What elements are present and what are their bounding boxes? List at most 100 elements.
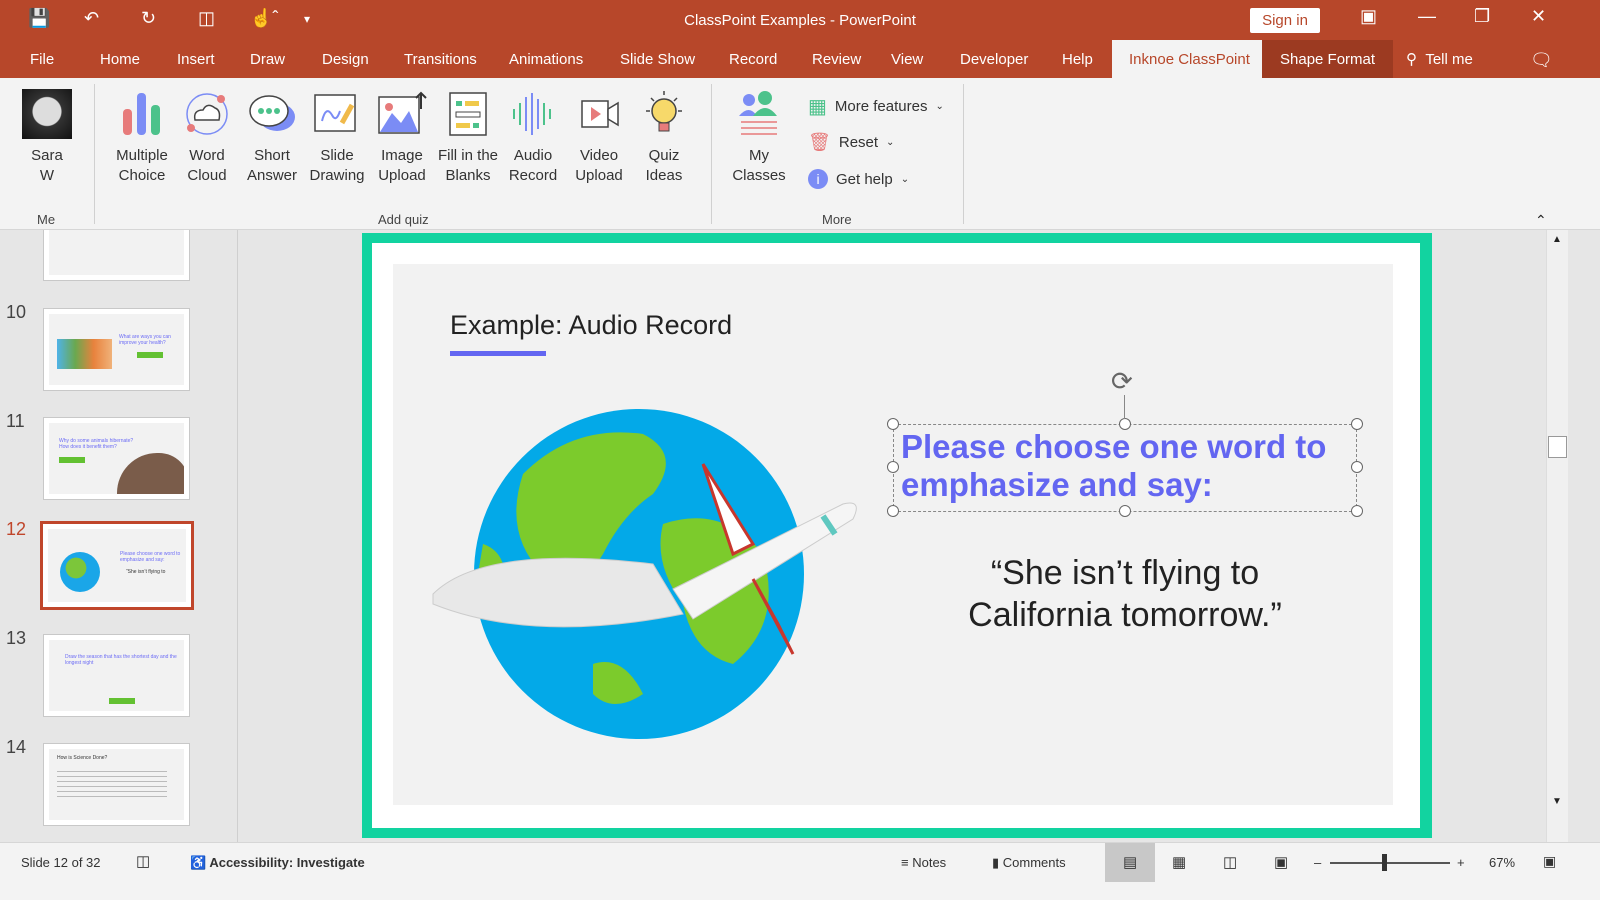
profile-name: Sara [31, 147, 63, 164]
tab-record[interactable]: Record [725, 40, 781, 78]
tab-home[interactable]: Home [96, 40, 144, 78]
close-icon[interactable]: ✕ [1531, 6, 1546, 27]
slide-prompt[interactable]: Please choose one word to emphasize and … [901, 428, 1351, 504]
notes-icon: ≡ [901, 855, 909, 870]
slide-number: 10 [6, 302, 27, 322]
classes-icon [727, 88, 791, 140]
zoom-out-icon[interactable]: – [1314, 855, 1321, 870]
slide-sorter-icon[interactable]: ▦ [1172, 853, 1186, 871]
comment-icon: ▮ [992, 855, 1000, 870]
accessibility-icon: ♿ [190, 855, 207, 870]
tab-file[interactable]: File [26, 40, 58, 78]
ribbon-tabs: File Home Insert Draw Design Transitions… [0, 40, 1600, 78]
tab-design[interactable]: Design [318, 40, 373, 78]
scroll-down-icon[interactable]: ▼ [1552, 796, 1562, 807]
tab-slide-show[interactable]: Slide Show [616, 40, 699, 78]
zoom-level[interactable]: 67% [1489, 855, 1515, 870]
get-help-button[interactable]: i Get help ⌄ [808, 169, 909, 189]
zoom-slider-thumb[interactable] [1382, 854, 1387, 871]
profile-button[interactable]: Sara W [15, 88, 79, 186]
multiple-choice-button[interactable]: Multiple Choice [110, 88, 174, 186]
trash-icon: 🗑 [808, 132, 831, 152]
slide-thumbnail-9[interactable] [43, 230, 190, 281]
fill-blanks-icon [436, 88, 500, 140]
tab-help[interactable]: Help [1058, 40, 1097, 78]
slide-number: 12 [6, 519, 27, 539]
notes-button[interactable]: ≡ Notes [901, 855, 946, 870]
slide-heading[interactable]: Example: Audio Record [450, 310, 732, 341]
fit-to-window-icon[interactable]: ▣ [1543, 853, 1556, 870]
comments-button[interactable]: ▮ Comments [992, 855, 1066, 871]
profile-initial: W [39, 167, 55, 184]
globe-airplane-illustration[interactable] [423, 404, 863, 744]
lightbulb-icon: ⚲ [1406, 51, 1417, 68]
image-upload-button[interactable]: Image Upload [370, 88, 434, 186]
tell-me-label: Tell me [1425, 51, 1473, 68]
zoom-slider[interactable] [1330, 862, 1450, 864]
more-features-button[interactable]: ▦ More features ⌄ [808, 94, 944, 119]
status-bar: Slide 12 of 32 ◫ ♿ Accessibility: Invest… [0, 842, 1600, 883]
word-cloud-icon [175, 88, 239, 140]
ribbon: Sara W Me Multiple Choice Word Cloud Short… [0, 78, 1600, 230]
ribbon-display-icon[interactable]: ▣ [1360, 6, 1377, 27]
word-cloud-button[interactable]: Word Cloud [175, 88, 239, 186]
video-camera-icon [567, 88, 631, 140]
fill-in-blanks-button[interactable]: Fill in the Blanks [436, 88, 500, 186]
rotate-handle-icon[interactable]: ⟳ [1111, 366, 1133, 397]
tab-developer[interactable]: Developer [956, 40, 1032, 78]
slideshow-view-icon[interactable]: ▣ [1274, 853, 1288, 871]
comments-icon[interactable]: 🗨 [1526, 40, 1557, 78]
lightbulb-icon [632, 88, 696, 140]
tab-view[interactable]: View [887, 40, 927, 78]
slide-thumbnail-12[interactable]: Please choose one word to emphasize and … [40, 521, 194, 610]
tab-animations[interactable]: Animations [505, 40, 587, 78]
image-upload-icon [370, 88, 434, 140]
slide-number: 14 [6, 737, 27, 757]
collapse-ribbon-icon[interactable]: ⌃ [1535, 212, 1547, 229]
slide-number: 11 [6, 411, 25, 431]
group-label-more: More [822, 212, 852, 227]
reading-view-icon[interactable]: ◫ [1223, 853, 1237, 871]
reset-button[interactable]: 🗑 Reset ⌄ [808, 132, 894, 153]
normal-view-icon: ▤ [1123, 854, 1138, 871]
tab-review[interactable]: Review [808, 40, 865, 78]
slide-number: 13 [6, 628, 27, 648]
short-answer-button[interactable]: Short Answer [240, 88, 304, 186]
tab-draw[interactable]: Draw [246, 40, 289, 78]
scroll-thumb[interactable] [1548, 436, 1567, 458]
slide-thumbnail-11[interactable]: Why do some animals hibernate? How does … [43, 417, 190, 500]
restore-icon[interactable]: ❐ [1474, 6, 1490, 27]
accessibility-button[interactable]: ♿ Accessibility: Investigate [190, 855, 365, 871]
zoom-in-icon[interactable]: + [1457, 855, 1465, 870]
quote-line-1: “She isn’t flying to [990, 554, 1260, 592]
drawing-icon [305, 88, 369, 140]
slide-thumbnail-10[interactable]: What are ways you can improve your healt… [43, 308, 190, 391]
bar-chart-icon [110, 88, 174, 140]
avatar [22, 89, 72, 139]
slide-quote[interactable]: “She isn’t flying to California tomorrow… [893, 552, 1357, 636]
speech-bubble-icon [240, 88, 304, 140]
group-label-add-quiz: Add quiz [378, 212, 429, 227]
tell-me-box[interactable]: ⚲ Tell me [1402, 40, 1477, 78]
audio-record-button[interactable]: Audio Record [501, 88, 565, 186]
slide-thumbnails-pane[interactable]: 10 What are ways you can improve your he… [0, 230, 238, 842]
my-classes-button[interactable]: My Classes [727, 88, 791, 186]
quiz-ideas-button[interactable]: Quiz Ideas [632, 88, 696, 186]
tab-shape-format[interactable]: Shape Format [1262, 40, 1394, 78]
title-bar: 💾 ↶ ↻ ◫ ☝ˆ ▾ ClassPoint Examples - Power… [0, 0, 1600, 40]
slide-drawing-button[interactable]: Slide Drawing [305, 88, 369, 186]
minimize-icon[interactable]: — [1418, 6, 1436, 27]
info-icon: i [808, 169, 828, 189]
spell-check-icon[interactable]: ◫ [136, 852, 150, 870]
quote-line-2: California tomorrow.” [968, 596, 1282, 634]
tab-insert[interactable]: Insert [173, 40, 219, 78]
normal-view-button[interactable]: ▤ [1105, 843, 1155, 883]
slide-thumbnail-13[interactable]: Draw the season that has the shortest da… [43, 634, 190, 717]
slide-thumbnail-14[interactable]: How is Science Done? [43, 743, 190, 826]
tab-inknoe-classpoint[interactable]: Inknoe ClassPoint [1112, 40, 1267, 78]
scroll-up-icon[interactable]: ▲ [1552, 234, 1562, 245]
video-upload-button[interactable]: Video Upload [567, 88, 631, 186]
vertical-scrollbar[interactable]: ▲ ▼ [1546, 230, 1568, 842]
sign-in-button[interactable]: Sign in [1250, 8, 1320, 33]
tab-transitions[interactable]: Transitions [400, 40, 481, 78]
